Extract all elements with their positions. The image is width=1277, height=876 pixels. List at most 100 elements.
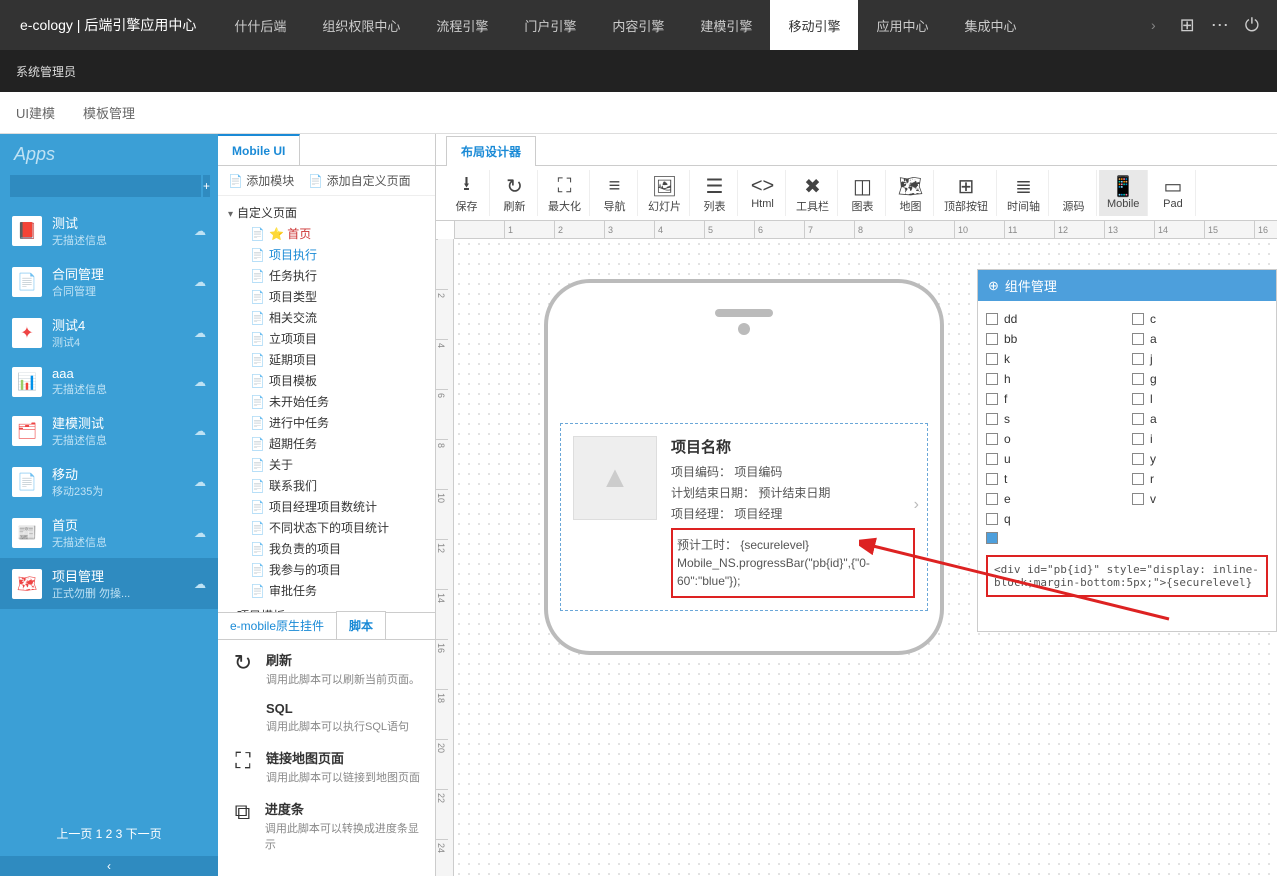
tool-Pad[interactable]: ▭Pad — [1150, 170, 1196, 216]
tree-node[interactable]: 📄 超期任务 — [228, 433, 431, 454]
app-item[interactable]: 🗂建模测试无描述信息☁ — [0, 405, 218, 456]
tool-保存[interactable]: ⭳保存 — [444, 170, 490, 216]
tree-node[interactable]: 📄 项目类型 — [228, 286, 431, 307]
panel-field[interactable]: bb — [986, 329, 1122, 349]
tool-Mobile[interactable]: 📱Mobile — [1099, 170, 1148, 216]
panel-field[interactable]: f — [986, 389, 1122, 409]
tree-node[interactable]: 📄 项目经理项目数统计 — [228, 496, 431, 517]
panel-field[interactable]: a — [1132, 329, 1268, 349]
checkbox-icon[interactable] — [1132, 473, 1144, 485]
tree-node[interactable]: 📄 项目模板 — [228, 370, 431, 391]
topnav-item[interactable]: 内容引擎 — [594, 0, 682, 50]
topnav-item[interactable]: 移动引擎 — [770, 0, 858, 50]
tree-node[interactable]: 📄 项目执行 — [228, 244, 431, 265]
panel-field[interactable]: c — [1132, 309, 1268, 329]
checkbox-icon[interactable] — [1132, 373, 1144, 385]
topnav-item[interactable]: 集成中心 — [946, 0, 1034, 50]
panel-field[interactable]: a — [1132, 409, 1268, 429]
tool-导航[interactable]: ≡导航 — [592, 170, 638, 216]
panel-field[interactable]: l — [1132, 389, 1268, 409]
more-icon[interactable]: ⋯ — [1211, 15, 1229, 36]
panel-field[interactable]: v — [1132, 489, 1268, 509]
tree-node[interactable]: 📄 立项项目 — [228, 328, 431, 349]
tree-node[interactable]: 📄 关于 — [228, 454, 431, 475]
tool-地图[interactable]: 🗺地图 — [888, 170, 934, 216]
topnav-item[interactable]: 建模引擎 — [682, 0, 770, 50]
main-tab-layout[interactable]: 布局设计器 — [446, 136, 536, 166]
checkbox-icon[interactable] — [1132, 353, 1144, 365]
checkbox-icon[interactable] — [986, 313, 998, 325]
checkbox-icon[interactable] — [1132, 413, 1144, 425]
app-item[interactable]: ✦测试4测试4☁ — [0, 307, 218, 358]
mid-bottab[interactable]: 脚本 — [336, 611, 386, 639]
panel-field[interactable]: s — [986, 409, 1122, 429]
tool-列表[interactable]: ☰列表 — [692, 170, 738, 216]
topnav-item[interactable]: 流程引擎 — [418, 0, 506, 50]
checkbox-icon[interactable] — [986, 373, 998, 385]
checkbox-icon[interactable] — [1132, 333, 1144, 345]
script-item[interactable]: ⛶链接地图页面调用此脚本可以链接到地图页面 — [230, 748, 423, 785]
tool-幻灯片[interactable]: 🖼幻灯片 — [640, 170, 690, 216]
panel-field[interactable]: g — [1132, 369, 1268, 389]
app-item[interactable]: 📊aaa无描述信息☁ — [0, 358, 218, 405]
script-item[interactable]: SQL调用此脚本可以执行SQL语句 — [230, 701, 423, 734]
checkbox-icon[interactable] — [986, 433, 998, 445]
app-item[interactable]: 📕测试无描述信息☁ — [0, 205, 218, 256]
tree-node[interactable]: 📄 ⭐ 首页 — [228, 223, 431, 244]
script-item[interactable]: ⧉进度条调用此脚本可以转换成进度条显示 — [230, 799, 423, 852]
checkbox-icon[interactable] — [1132, 453, 1144, 465]
checkbox-icon[interactable] — [986, 513, 998, 525]
checkbox-icon[interactable] — [986, 333, 998, 345]
checkbox-icon[interactable] — [1132, 433, 1144, 445]
panel-field[interactable]: y — [1132, 449, 1268, 469]
tool-最大化[interactable]: ⛶最大化 — [540, 170, 590, 216]
sidebar-collapse[interactable]: ‹ — [0, 856, 218, 876]
checkbox-icon[interactable] — [986, 493, 998, 505]
tree-node[interactable]: 📄 进行中任务 — [228, 412, 431, 433]
mid-tab-mobileui[interactable]: Mobile UI — [218, 134, 300, 165]
tree-node[interactable]: 📄 相关交流 — [228, 307, 431, 328]
card[interactable]: ▲ 项目名称 项目编码： 项目编码 计划结束日期： 预计结束日期 项目经理： 项… — [560, 423, 928, 611]
component-panel[interactable]: ⊕组件管理 ddbbkhfsouteq cajglaiyrv <div id="… — [977, 269, 1277, 632]
topnav-item[interactable]: 应用中心 — [858, 0, 946, 50]
tool-刷新[interactable]: ↻刷新 — [492, 170, 538, 216]
canvas[interactable]: ▲ 项目名称 项目编码： 项目编码 计划结束日期： 预计结束日期 项目经理： 项… — [454, 239, 1277, 876]
app-item[interactable]: 📄移动移动235为☁ — [0, 456, 218, 507]
topnav-item[interactable]: 什什后端 — [216, 0, 304, 50]
checkbox-icon[interactable] — [986, 413, 998, 425]
tree-group[interactable]: 项目模板 — [228, 605, 431, 612]
apps-pager[interactable]: 上一页 1 2 3 下一页 — [0, 815, 218, 856]
app-item[interactable]: 📄合同管理合同管理☁ — [0, 256, 218, 307]
panel-field[interactable]: dd — [986, 309, 1122, 329]
checkbox-icon[interactable] — [986, 393, 998, 405]
panel-field[interactable]: k — [986, 349, 1122, 369]
app-item[interactable]: 📰首页无描述信息☁ — [0, 507, 218, 558]
panel-field[interactable]: q — [986, 509, 1122, 529]
tree-node[interactable]: 📄 联系我们 — [228, 475, 431, 496]
topnav-item[interactable]: 门户引擎 — [506, 0, 594, 50]
checkbox-icon[interactable] — [986, 473, 998, 485]
script-item[interactable]: ↻刷新调用此脚本可以刷新当前页面。 — [230, 650, 423, 687]
expand-icon[interactable]: ⊕ — [988, 278, 999, 294]
grid-icon[interactable]: ⊞ — [1180, 15, 1195, 36]
panel-field[interactable]: i — [1132, 429, 1268, 449]
panel-field[interactable]: u — [986, 449, 1122, 469]
checkbox-icon[interactable] — [986, 353, 998, 365]
tree-node[interactable]: 📄 延期项目 — [228, 349, 431, 370]
panel-field[interactable]: r — [1132, 469, 1268, 489]
checkbox-icon[interactable] — [1132, 393, 1144, 405]
tree-node[interactable]: 📄 我参与的项目 — [228, 559, 431, 580]
tree-node[interactable]: 📄 审批任务 — [228, 580, 431, 601]
checkbox-icon[interactable] — [986, 453, 998, 465]
panel-field-selected[interactable] — [986, 529, 1268, 547]
tree-group[interactable]: 自定义页面 — [228, 202, 431, 223]
apps-add-button[interactable]: + — [203, 175, 210, 197]
panel-field[interactable]: e — [986, 489, 1122, 509]
tree-node[interactable]: 📄 我负责的项目 — [228, 538, 431, 559]
panel-field[interactable]: o — [986, 429, 1122, 449]
panel-field[interactable]: j — [1132, 349, 1268, 369]
tree-node[interactable]: 📄 不同状态下的项目统计 — [228, 517, 431, 538]
subnav-item[interactable]: 模板管理 — [83, 103, 135, 122]
checkbox-icon[interactable] — [1132, 313, 1144, 325]
topnav-item[interactable]: 组织权限中心 — [304, 0, 418, 50]
